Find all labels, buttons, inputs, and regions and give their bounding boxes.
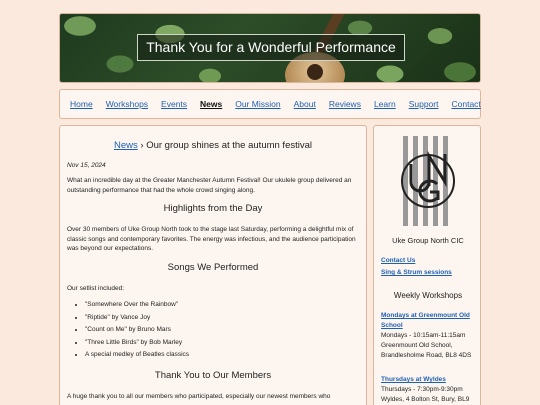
venue-greenmount-details: Mondays - 10:15am-11:15am Greenmount Old… — [381, 332, 472, 359]
contact-us-link[interactable]: Contact Us — [381, 257, 415, 264]
breadcrumb-news-link[interactable]: News — [114, 140, 138, 151]
nav-learn[interactable]: Learn — [374, 99, 396, 109]
sidebar: Uke Group North CIC Contact Us Sing & St… — [373, 125, 481, 405]
uke-group-north-logo — [401, 136, 455, 226]
highlights-paragraph: Over 30 members of Uke Group North took … — [67, 226, 356, 252]
banner-title: Thank You for a Wonderful Performance — [137, 34, 405, 61]
nav-home[interactable]: Home — [70, 99, 93, 109]
nav-news[interactable]: News — [200, 99, 222, 109]
venue-wyldes-link[interactable]: Thursdays at Wyldes — [381, 375, 477, 385]
article-panel: News › Our group shines at the autumn fe… — [59, 125, 367, 405]
sing-strum-link[interactable]: Sing & Strum sessions — [381, 269, 452, 276]
nav-reviews[interactable]: Reviews — [329, 99, 361, 109]
nav-contact[interactable]: Contact — [451, 99, 480, 109]
list-item: A special medley of Beatles classics — [85, 349, 359, 362]
list-item: "Three Little Birds" by Bob Marley — [85, 337, 359, 350]
venue-greenmount: Mondays at Greenmount Old School Mondays… — [381, 311, 477, 361]
section-heading-songs: Songs We Performed — [167, 261, 259, 273]
nav-our-mission[interactable]: Our Mission — [235, 99, 280, 109]
section-heading-thanks: Thank You to Our Members — [154, 369, 272, 381]
list-item: "Somewhere Over the Rainbow" — [85, 299, 359, 312]
thanks-paragraph: A huge thank you to all our members who … — [67, 392, 331, 400]
nav-support[interactable]: Support — [409, 99, 439, 109]
header-banner: Thank You for a Wonderful Performance — [59, 13, 481, 83]
org-name: Uke Group North CIC — [392, 236, 464, 245]
nav-about[interactable]: About — [294, 99, 316, 109]
section-heading-highlights: Highlights from the Day — [163, 203, 263, 214]
venue-wyldes-details: Thursdays - 7:30pm-9:30pm Wyldes, 4 Bolt… — [381, 386, 470, 403]
list-item: "Riptide" by Vance Joy — [85, 312, 359, 325]
breadcrumb-separator: › — [137, 140, 147, 151]
list-item: "Count on Me" by Bruno Mars — [85, 324, 359, 337]
ukulele-soundhole — [307, 64, 323, 80]
article-intro: What an incredible day at the Greater Ma… — [67, 177, 352, 194]
nav-workshops[interactable]: Workshops — [106, 99, 148, 109]
article-title: Our group shines at the autumn festival — [146, 140, 313, 151]
song-list: "Somewhere Over the Rainbow" "Riptide" b… — [67, 299, 359, 362]
weekly-workshops-heading: Weekly Workshops — [393, 291, 463, 300]
setlist-intro: Our setlist included: — [67, 284, 125, 292]
main-nav: Home Workshops Events News Our Mission A… — [59, 89, 481, 119]
breadcrumb: News › Our group shines at the autumn fe… — [67, 140, 359, 151]
venue-wyldes: Thursdays at Wyldes Thursdays - 7:30pm-9… — [381, 375, 477, 405]
nav-events[interactable]: Events — [161, 99, 187, 109]
article-date: Nov 15, 2024 — [67, 162, 106, 169]
venue-greenmount-link[interactable]: Mondays at Greenmount Old School — [381, 311, 477, 331]
